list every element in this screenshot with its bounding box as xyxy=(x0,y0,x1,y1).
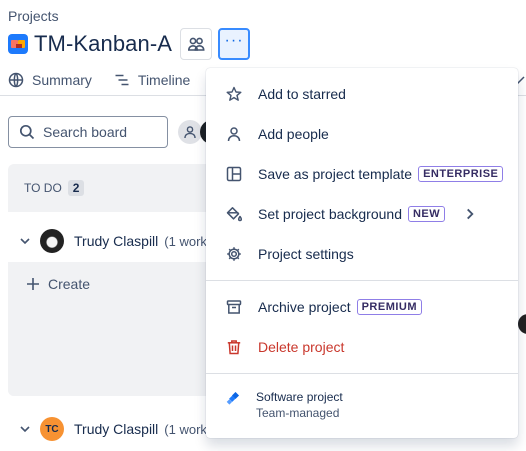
timeline-icon xyxy=(115,74,129,86)
tab-summary[interactable]: Summary xyxy=(8,72,92,88)
people-icon xyxy=(188,37,205,51)
globe-icon xyxy=(8,72,24,88)
more-actions-button[interactable]: ··· xyxy=(218,28,251,60)
menu-item-project-settings[interactable]: Project settings xyxy=(206,234,518,274)
swimlane-header[interactable]: TC Trudy Claspill (1 work xyxy=(18,417,207,441)
chevron-right-icon xyxy=(467,208,474,220)
project-type-subtitle: Team-managed xyxy=(256,406,340,420)
menu-item-label: Add to starred xyxy=(258,86,346,102)
search-icon xyxy=(19,124,35,140)
team-button[interactable] xyxy=(180,28,213,60)
menu-item-archive-project[interactable]: Archive project PREMIUM xyxy=(206,287,518,327)
paint-bucket-icon xyxy=(226,207,242,222)
archive-icon xyxy=(226,300,242,314)
menu-item-label: Save as project template xyxy=(258,166,413,182)
tab-label: Timeline xyxy=(137,72,191,88)
project-tabs: Summary Timeline xyxy=(8,68,212,92)
column-title: TO DO xyxy=(24,181,62,195)
enterprise-lozenge: ENTERPRISE xyxy=(418,166,504,182)
swimlane-count: (1 work xyxy=(164,421,207,437)
swimlane-name: Trudy Claspill xyxy=(74,421,159,437)
breadcrumb[interactable]: Projects xyxy=(8,8,59,24)
person-icon xyxy=(227,127,241,142)
menu-divider xyxy=(206,280,518,281)
swimlane-count: (1 work xyxy=(164,233,207,249)
swimlane-name: Trudy Claspill xyxy=(74,233,159,249)
chevron-down-icon xyxy=(20,426,30,433)
avatar xyxy=(40,229,64,253)
avatar: TC xyxy=(40,417,64,441)
project-actions-menu: Add to starred Add people Save as projec… xyxy=(206,68,518,438)
menu-item-delete-project[interactable]: Delete project xyxy=(206,327,518,367)
trash-icon xyxy=(227,340,241,355)
menu-item-set-background[interactable]: Set project background NEW xyxy=(206,194,518,234)
column-count-badge: 2 xyxy=(67,180,85,196)
gear-icon xyxy=(227,247,241,261)
create-button[interactable]: Create xyxy=(26,276,90,292)
menu-item-label: Set project background xyxy=(258,206,402,222)
menu-item-label: Archive project xyxy=(258,299,351,315)
new-lozenge: NEW xyxy=(407,206,446,222)
page-title: TM-Kanban-A xyxy=(34,31,173,56)
menu-item-label: Add people xyxy=(258,126,329,142)
unassigned-avatar[interactable] xyxy=(178,120,202,144)
column-header: TO DO 2 xyxy=(24,180,85,196)
premium-lozenge: PREMIUM xyxy=(356,299,423,315)
project-type-title: Software project xyxy=(256,390,343,404)
project-avatar-icon xyxy=(8,34,28,54)
menu-item-save-as-template[interactable]: Save as project template ENTERPRISE xyxy=(206,154,518,194)
search-input[interactable] xyxy=(43,124,163,140)
user-avatar xyxy=(518,314,526,334)
menu-divider xyxy=(206,373,518,374)
chevron-down-icon xyxy=(20,238,30,245)
create-label: Create xyxy=(48,276,91,292)
search-field[interactable] xyxy=(8,116,168,148)
menu-item-add-people[interactable]: Add people xyxy=(206,114,518,154)
project-header: TM-Kanban-A ··· xyxy=(8,28,251,60)
star-icon xyxy=(226,86,242,101)
template-icon xyxy=(226,166,242,182)
plus-icon xyxy=(27,278,39,290)
swimlane-header[interactable]: Trudy Claspill (1 work xyxy=(18,229,207,253)
menu-item-label: Delete project xyxy=(258,339,345,355)
more-icon: ··· xyxy=(224,32,244,49)
tab-label: Summary xyxy=(32,72,92,88)
tab-timeline[interactable]: Timeline xyxy=(114,72,190,88)
project-type-info: Software project Team-managed xyxy=(226,390,343,420)
jira-software-icon xyxy=(226,392,240,405)
menu-item-add-to-starred[interactable]: Add to starred xyxy=(206,74,518,114)
menu-item-label: Project settings xyxy=(258,246,354,262)
person-icon xyxy=(184,126,196,139)
